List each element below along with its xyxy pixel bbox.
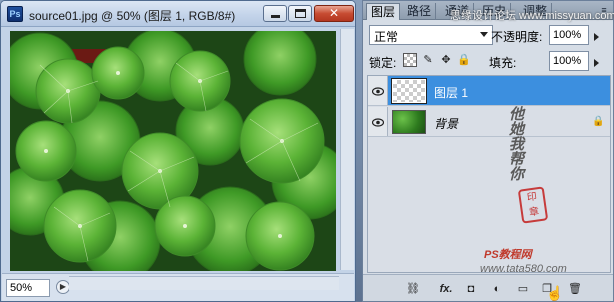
fx-icon[interactable]: fx. [435, 281, 457, 297]
folder-icon[interactable]: ▭ [515, 281, 531, 297]
layer-thumbnail [392, 110, 426, 134]
opacity-label: 不透明度: [491, 30, 543, 44]
layer-row-background[interactable]: 背景 🔒 [368, 107, 610, 137]
document-title: source01.jpg @ 50% (图层 1, RGB/8#) [29, 9, 236, 23]
brush-icon[interactable]: ✎ [421, 53, 435, 67]
visibility-toggle[interactable] [368, 107, 388, 136]
layers-panel: 图层 路径 通道 历史 调整 ≡ 正常 不透明度: 100% 锁定: ✎ ✥ 🔒… [362, 0, 614, 302]
blend-mode-select[interactable]: 正常 [369, 25, 493, 45]
visibility-toggle[interactable] [368, 76, 388, 105]
lotus-leaves-photo [10, 31, 336, 271]
lock-label: 锁定: [369, 56, 397, 70]
canvas-image[interactable] [10, 31, 336, 271]
lock-transparent-icon[interactable] [403, 53, 417, 67]
maximize-icon [295, 9, 306, 18]
chevron-down-icon [480, 32, 488, 37]
layers-bottom-toolbar: ⛓ fx. ◘ ◐ ▭ ❐ 🗑 ☝ [363, 274, 613, 301]
adjustment-icon[interactable]: ◐ [489, 281, 505, 297]
link-icon[interactable]: ⛓ [405, 281, 421, 297]
document-window: Ps source01.jpg @ 50% (图层 1, RGB/8#) ✕ 5… [0, 0, 356, 302]
tab-layers[interactable]: 图层 [366, 3, 401, 20]
mask-icon[interactable]: ◘ [463, 281, 479, 297]
minimize-button[interactable] [263, 5, 287, 22]
fill-arrow-icon[interactable] [593, 51, 603, 71]
seal-stamp: 印章 [517, 186, 549, 224]
photoshop-workspace: Ps source01.jpg @ 50% (图层 1, RGB/8#) ✕ 5… [0, 0, 614, 302]
hand-cursor-icon: ☝ [546, 285, 564, 301]
opacity-field[interactable]: 100% [549, 25, 589, 45]
fill-field[interactable]: 100% [549, 51, 589, 71]
photoshop-app-icon: Ps [7, 6, 23, 22]
close-icon: ✕ [328, 6, 340, 20]
forum-watermark: 思缘设计论坛 www.missyuan.com [450, 10, 614, 22]
site-watermark: PS教程网 [484, 249, 532, 261]
eye-icon [371, 116, 385, 127]
minimize-icon [271, 15, 280, 18]
tab-paths[interactable]: 路径 [403, 3, 437, 20]
blend-row: 正常 不透明度: 100% [363, 23, 613, 47]
close-button[interactable]: ✕ [314, 5, 354, 22]
layer-thumbnail [391, 78, 427, 104]
eye-icon [371, 85, 385, 96]
layer-row-layer1[interactable]: 图层 1 [368, 76, 610, 106]
trash-icon[interactable]: 🗑 [567, 281, 583, 297]
blend-mode-value: 正常 [374, 30, 399, 44]
lock-icon: 🔒 [592, 116, 605, 127]
layer-name[interactable]: 背景 [434, 115, 458, 132]
layers-list: 图层 1 背景 🔒 他她我帮你 印章 PS教程网 www.tata580.com [367, 75, 611, 275]
opacity-arrow-icon[interactable] [593, 25, 603, 45]
move-icon[interactable]: ✥ [439, 53, 453, 67]
lock-icon[interactable]: 🔒 [457, 53, 471, 67]
horizontal-scrollbar[interactable] [69, 276, 339, 290]
handwriting-watermark: 他她我帮你 [507, 106, 525, 181]
lock-row: 锁定: ✎ ✥ 🔒 填充: 100% [363, 49, 613, 73]
maximize-button[interactable] [288, 5, 312, 22]
fill-label: 填充: [489, 56, 517, 70]
document-titlebar[interactable]: Ps source01.jpg @ 50% (图层 1, RGB/8#) ✕ [1, 1, 355, 27]
canvas-area[interactable] [2, 27, 354, 273]
status-menu-icon[interactable]: ▶ [56, 280, 70, 294]
vertical-scrollbar[interactable] [340, 29, 354, 270]
layer-name[interactable]: 图层 1 [434, 84, 468, 101]
zoom-level-field[interactable]: 50% [6, 279, 50, 297]
